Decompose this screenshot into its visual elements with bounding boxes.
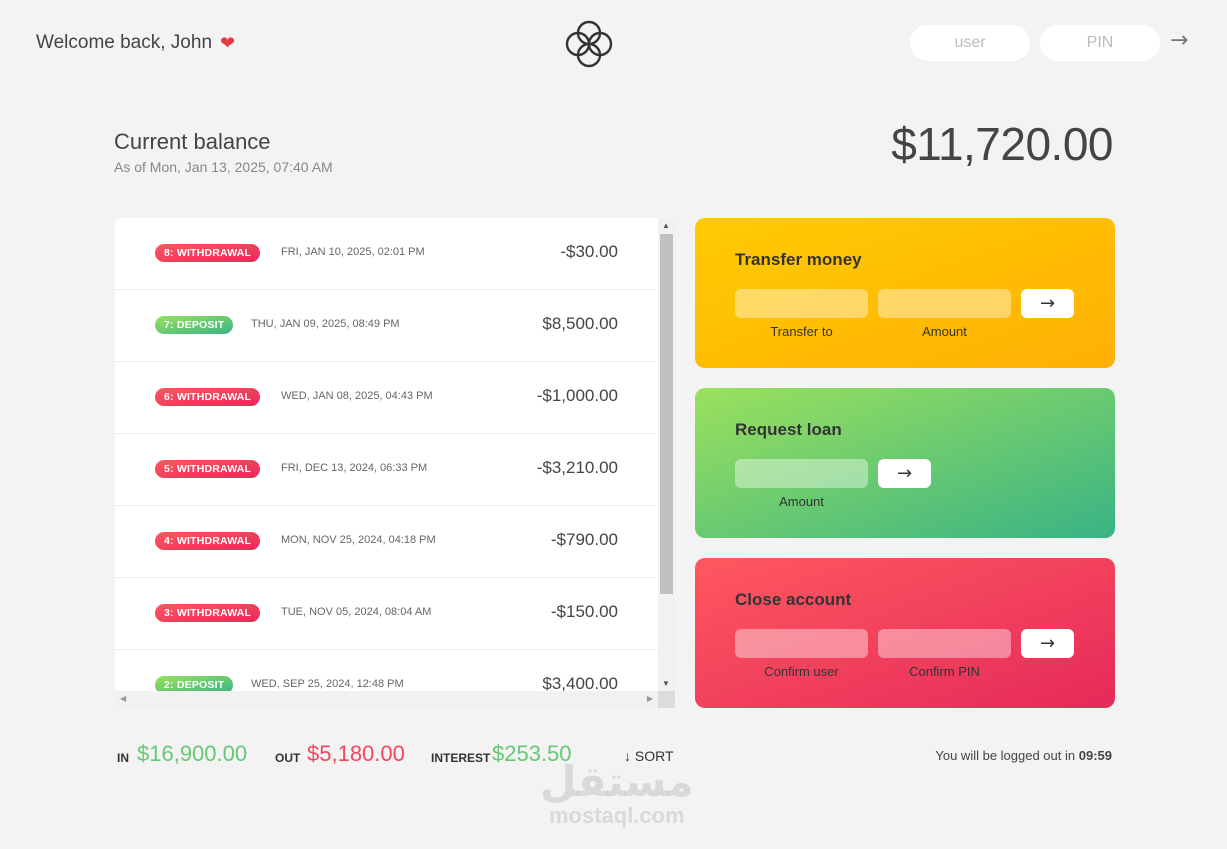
- close-pin-input[interactable]: [878, 629, 1011, 658]
- close-pin-label: Confirm PIN: [909, 664, 980, 679]
- watermark-latin: mostaql.com: [548, 803, 685, 828]
- scroll-left-icon[interactable]: ◀: [120, 694, 126, 703]
- loan-panel: Request loan → Amount: [695, 388, 1115, 538]
- horizontal-scrollbar[interactable]: ◀ ▶: [115, 691, 658, 708]
- movement-value: $8,500.00: [542, 314, 618, 333]
- close-account-panel: Close account → Confirm user Confirm PIN: [695, 558, 1115, 708]
- close-user-input[interactable]: [735, 629, 868, 658]
- movement-row: 8: WITHDRAWAL FRI, JAN 10, 2025, 02:01 P…: [115, 218, 658, 290]
- summary-in-label: In: [117, 751, 129, 765]
- loan-amount-label: Amount: [779, 494, 824, 509]
- transfer-amount-input[interactable]: [878, 289, 1011, 318]
- movement-row: 5: WITHDRAWAL FRI, DEC 13, 2024, 06:33 P…: [115, 434, 658, 506]
- close-account-title: Close account: [735, 590, 852, 609]
- login-pin-input[interactable]: [1040, 25, 1160, 61]
- balance-label: Current balance: [114, 129, 271, 154]
- watermark: مستقل mostaql.com: [540, 760, 694, 828]
- movement-type-badge: 8: WITHDRAWAL: [155, 244, 261, 262]
- welcome-text: Welcome back, John: [36, 32, 213, 53]
- movement-date: THU, JAN 09, 2025, 08:49 PM: [251, 318, 400, 330]
- vertical-scroll-thumb[interactable]: [660, 234, 673, 594]
- movement-type-badge: 7: DEPOSIT: [155, 316, 234, 334]
- movement-date: WED, JAN 08, 2025, 04:43 PM: [281, 390, 433, 402]
- transfer-to-label: Transfer to: [770, 324, 833, 339]
- summary-in-value: $16,900.00: [137, 741, 248, 766]
- transfer-panel: Transfer money → Transfer to Amount: [695, 218, 1115, 368]
- watermark-arabic: مستقل: [540, 758, 694, 805]
- movement-value: -$30.00: [560, 242, 618, 261]
- loan-amount-input[interactable]: [735, 459, 868, 488]
- vertical-scrollbar[interactable]: ▲ ▼: [658, 218, 675, 691]
- movement-row: 7: DEPOSIT THU, JAN 09, 2025, 08:49 PM $…: [115, 290, 658, 362]
- summary-out-label: Out: [275, 751, 301, 765]
- movement-type-badge: 2: DEPOSIT: [155, 676, 234, 691]
- movement-value: $3,400.00: [542, 674, 618, 691]
- transfer-submit-button[interactable]: →: [1021, 289, 1074, 318]
- movement-row: 2: DEPOSIT WED, SEP 25, 2024, 12:48 PM $…: [115, 650, 658, 691]
- movement-value: -$1,000.00: [536, 386, 618, 405]
- logo-icon: [565, 20, 613, 68]
- welcome-message: Welcome back, John ❤: [36, 32, 235, 54]
- close-user-label: Confirm user: [764, 664, 839, 679]
- movement-type-badge: 5: WITHDRAWAL: [155, 460, 261, 478]
- transfer-to-input[interactable]: [735, 289, 868, 318]
- loan-title: Request loan: [735, 420, 842, 439]
- movement-date: TUE, NOV 05, 2024, 08:04 AM: [281, 606, 432, 618]
- login-button[interactable]: →: [1170, 28, 1188, 53]
- movements-list: 8: WITHDRAWAL FRI, JAN 10, 2025, 02:01 P…: [115, 218, 658, 691]
- movement-date: FRI, JAN 10, 2025, 02:01 PM: [281, 246, 425, 258]
- movement-row: 4: WITHDRAWAL MON, NOV 25, 2024, 04:18 P…: [115, 506, 658, 578]
- scrollbar-corner: [658, 691, 675, 708]
- logout-message: You will be logged out in: [935, 748, 1076, 763]
- movement-date: WED, SEP 25, 2024, 12:48 PM: [251, 678, 404, 690]
- login-user-input[interactable]: [910, 25, 1030, 61]
- movement-value: -$3,210.00: [536, 458, 618, 477]
- close-submit-button[interactable]: →: [1021, 629, 1074, 658]
- movement-type-badge: 4: WITHDRAWAL: [155, 532, 261, 550]
- balance-value: $11,720.00: [891, 118, 1113, 170]
- movement-value: -$790.00: [550, 530, 618, 549]
- logout-timer: 09:59: [1078, 748, 1112, 763]
- scroll-down-icon[interactable]: ▼: [662, 679, 670, 688]
- movement-row: 6: WITHDRAWAL WED, JAN 08, 2025, 04:43 P…: [115, 362, 658, 434]
- movement-row: 3: WITHDRAWAL TUE, NOV 05, 2024, 08:04 A…: [115, 578, 658, 650]
- movement-value: -$150.00: [550, 602, 618, 621]
- scroll-up-icon[interactable]: ▲: [662, 221, 670, 230]
- movements-panel[interactable]: 8: WITHDRAWAL FRI, JAN 10, 2025, 02:01 P…: [115, 218, 675, 708]
- loan-submit-button[interactable]: →: [878, 459, 931, 488]
- scroll-right-icon[interactable]: ▶: [647, 694, 653, 703]
- summary-out-value: $5,180.00: [307, 741, 405, 766]
- movement-date: FRI, DEC 13, 2024, 06:33 PM: [281, 462, 428, 474]
- transfer-title: Transfer money: [735, 250, 862, 269]
- movement-date: MON, NOV 25, 2024, 04:18 PM: [281, 534, 436, 546]
- transfer-amount-label: Amount: [922, 324, 967, 339]
- summary-interest-label: Interest: [431, 751, 491, 765]
- heart-icon: ❤: [220, 33, 236, 53]
- movement-type-badge: 3: WITHDRAWAL: [155, 604, 261, 622]
- logout-timer-text: You will be logged out in 09:59: [935, 748, 1112, 763]
- balance-date: As of Mon, Jan 13, 2025, 07:40 AM: [114, 159, 333, 175]
- movement-type-badge: 6: WITHDRAWAL: [155, 388, 261, 406]
